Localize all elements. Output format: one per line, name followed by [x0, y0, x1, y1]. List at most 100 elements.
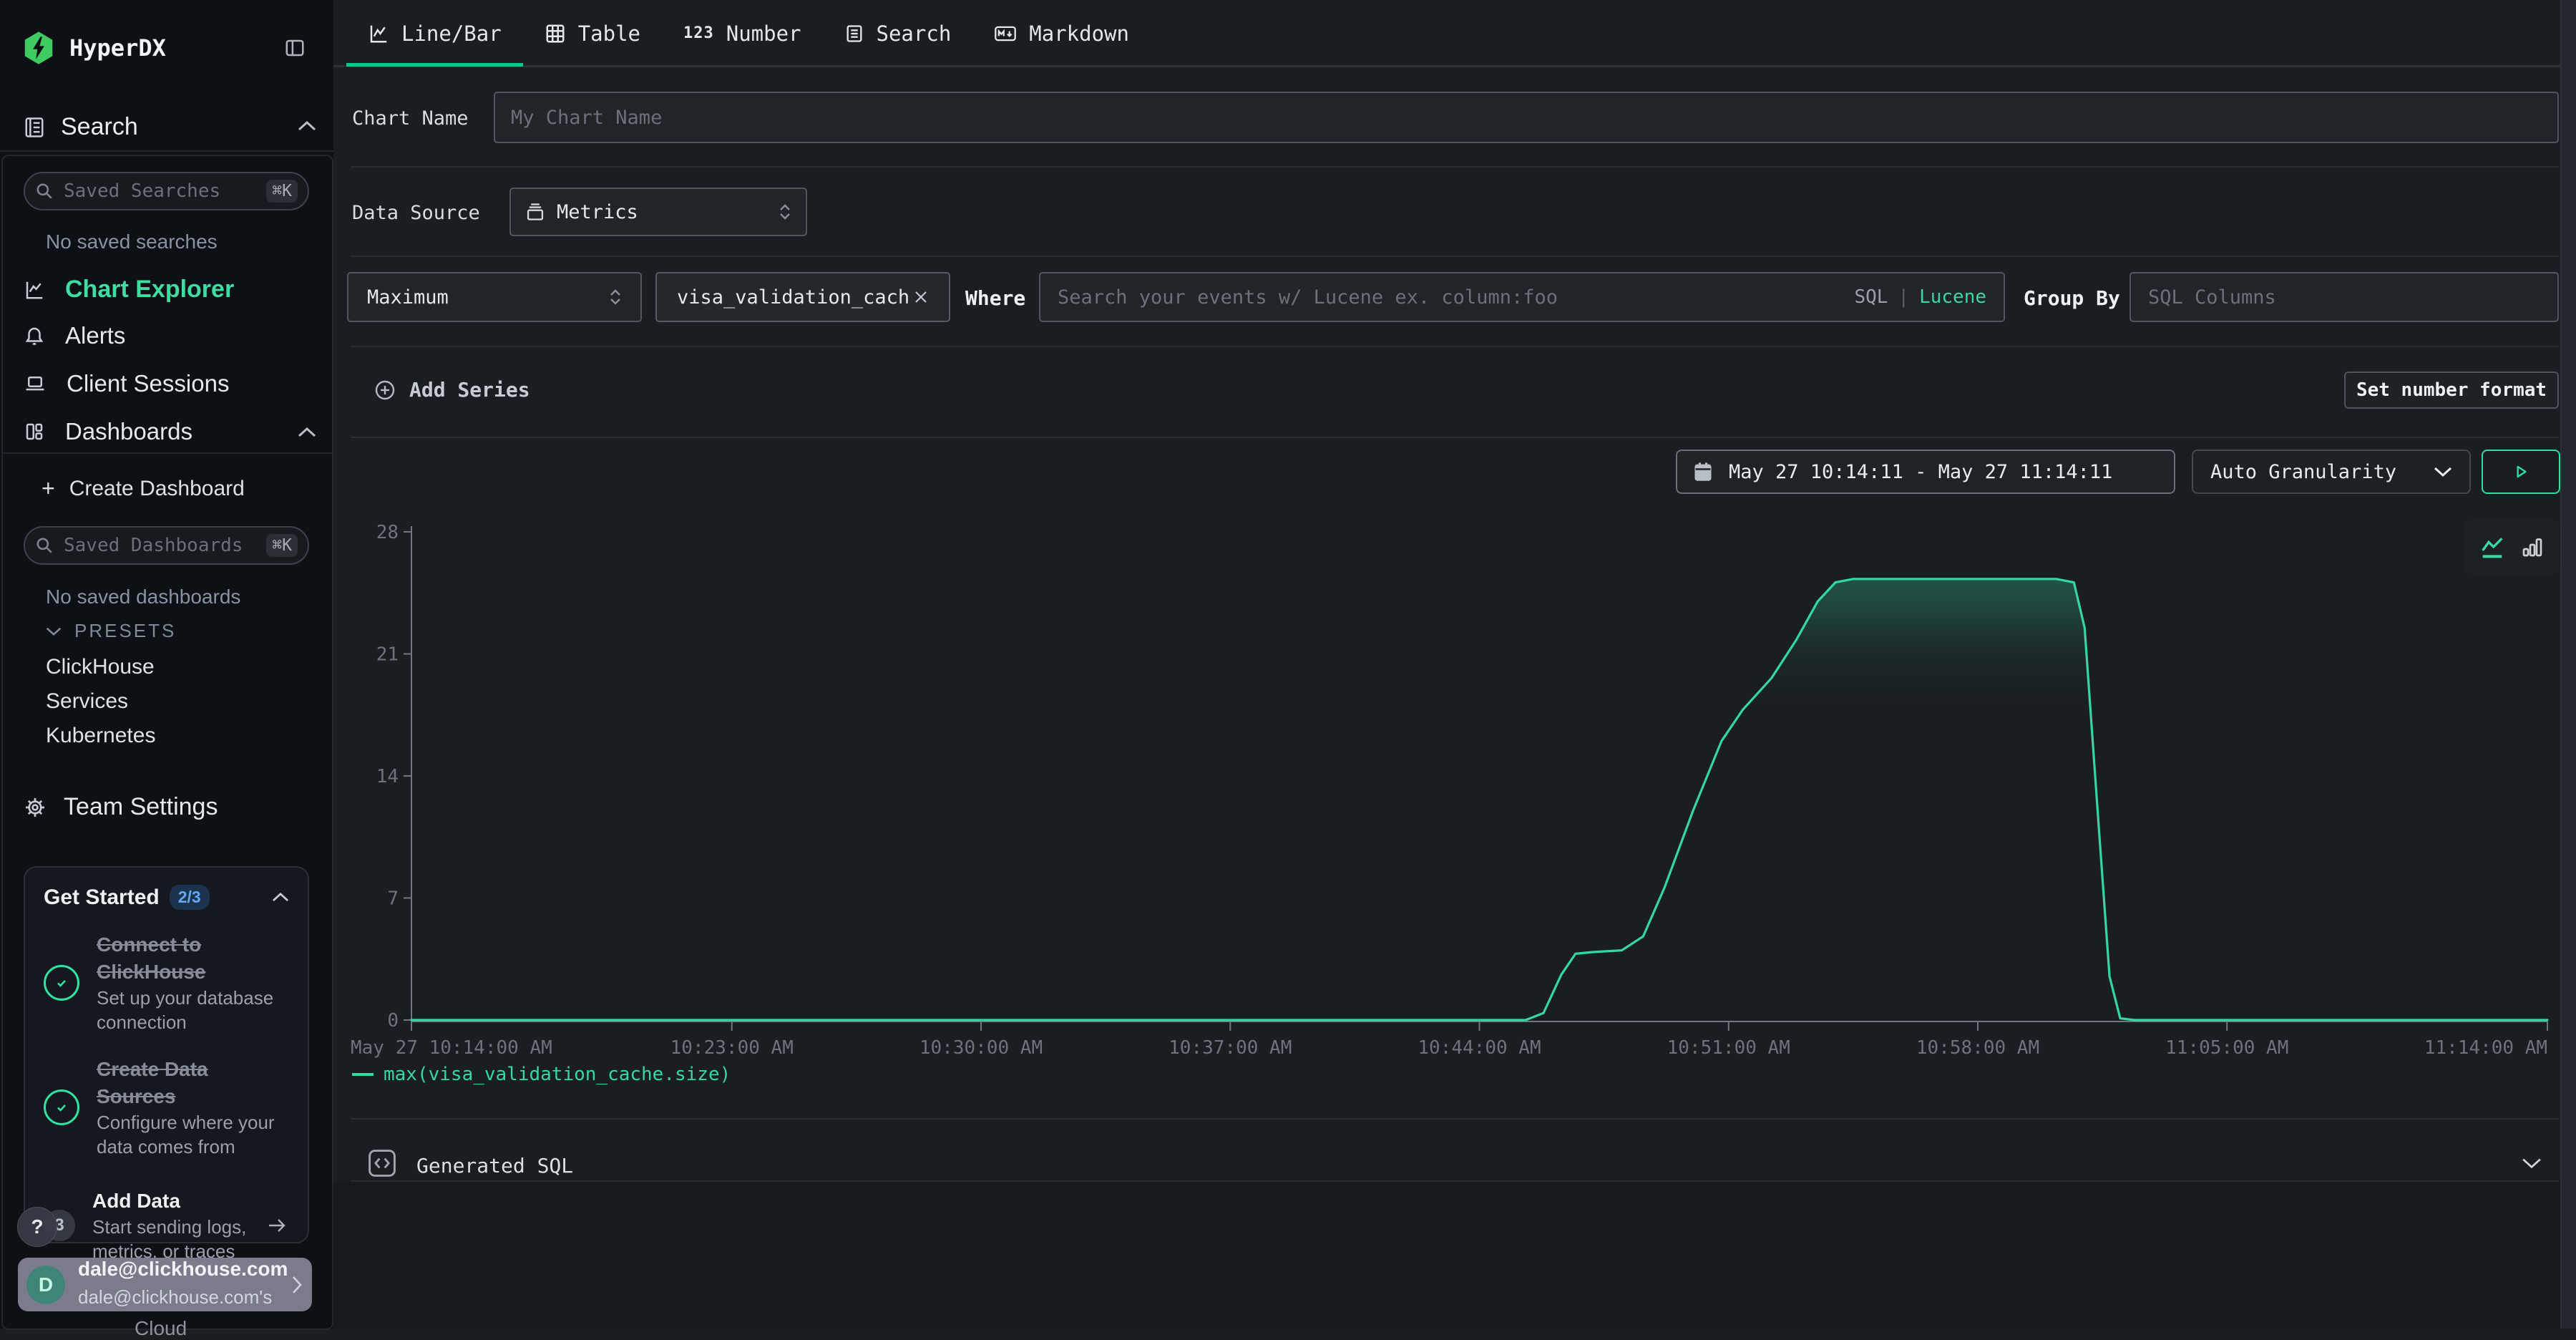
nav-label: Chart Explorer [65, 276, 234, 304]
group-by-input[interactable]: SQL Columns [2129, 272, 2559, 322]
get-started-card: Get Started 2/3 Connect to ClickHouse Se… [24, 866, 309, 1243]
bottom-panel [333, 1182, 2560, 1329]
data-source-label: Data Source [352, 202, 480, 224]
plus-circle-icon [374, 379, 396, 402]
tab-number[interactable]: 123 Number [662, 0, 823, 67]
chevron-down-icon [2434, 466, 2452, 477]
sql-mode-toggle[interactable]: SQL [1854, 286, 1888, 308]
select-chevrons-icon [609, 289, 622, 305]
preset-services[interactable]: Services [46, 689, 128, 714]
item-desc: Configure where your data comes from [97, 1112, 275, 1157]
generated-sql-row[interactable]: Generated SQL [333, 1120, 2560, 1180]
sidebar-item-chart-explorer[interactable]: Chart Explorer [24, 276, 234, 304]
get-started-item[interactable]: Connect to ClickHouse Set up your databa… [44, 931, 289, 1034]
app-title: HyperDX [69, 34, 166, 62]
run-query-button[interactable] [2482, 450, 2560, 494]
sidebar-section-search[interactable]: Search [24, 113, 138, 141]
user-email: dale@clickhouse.com [78, 1258, 288, 1280]
create-dashboard-button[interactable]: + Create Dashboard [42, 475, 245, 502]
svg-text:14: 14 [376, 766, 399, 787]
item-desc: Start sending logs, metrics, or traces [92, 1216, 246, 1262]
item-desc: Set up your database connection [97, 987, 273, 1033]
saved-dashboards-input[interactable]: Saved Dashboards ⌘K [24, 526, 309, 565]
chevron-right-icon [291, 1274, 303, 1296]
sidebar: HyperDX Search Saved Searches ⌘K No save… [0, 0, 335, 1329]
add-series-button[interactable]: Add Series [374, 378, 530, 402]
svg-text:21: 21 [376, 644, 399, 666]
legend-line-swatch [352, 1073, 374, 1076]
item-title: Create Data Sources [97, 1058, 208, 1107]
sidebar-item-dashboards[interactable]: Dashboards [24, 418, 192, 445]
tab-table[interactable]: Table [523, 0, 662, 67]
chevron-down-icon [46, 626, 62, 636]
progress-badge: 2/3 [170, 885, 210, 910]
chevron-down-icon[interactable] [2522, 1157, 2542, 1170]
sidebar-item-alerts[interactable]: Alerts [24, 322, 125, 349]
sidebar-divider [0, 150, 333, 152]
tab-markdown[interactable]: Markdown [972, 0, 1151, 67]
item-title: Connect to ClickHouse [97, 933, 206, 983]
legend-label: max(visa_validation_cache.size) [384, 1064, 731, 1085]
divider [351, 437, 2559, 438]
divider [351, 166, 2559, 168]
preset-clickhouse[interactable]: ClickHouse [46, 655, 155, 679]
close-icon[interactable] [913, 289, 929, 305]
tab-search[interactable]: Search [823, 0, 973, 67]
search-icon [35, 182, 54, 200]
item-title: Add Data [92, 1190, 180, 1212]
nav-label: Alerts [65, 322, 125, 349]
svg-text:11:05:00 AM: 11:05:00 AM [2165, 1037, 2288, 1059]
get-started-item[interactable]: 3 Add Data Start sending logs, metrics, … [44, 1188, 289, 1263]
hyperdx-logo-icon [24, 31, 54, 64]
mode-divider: | [1898, 286, 1909, 308]
sidebar-item-team-settings[interactable]: Team Settings [24, 793, 218, 821]
help-button[interactable]: ? [17, 1207, 57, 1247]
chevron-up-icon[interactable] [298, 427, 316, 438]
svg-text:10:23:00 AM: 10:23:00 AM [670, 1037, 794, 1059]
where-input[interactable]: Search your events w/ Lucene ex. column:… [1039, 272, 2005, 322]
metric-field-chip[interactable]: visa_validation_cach [655, 272, 950, 322]
chart-legend: max(visa_validation_cache.size) [352, 1064, 731, 1085]
svg-text:7: 7 [387, 888, 399, 910]
dashboard-icon [24, 421, 45, 442]
saved-searches-input[interactable]: Saved Searches ⌘K [24, 172, 309, 210]
preset-kubernetes[interactable]: Kubernetes [46, 724, 155, 748]
generated-sql-label: Generated SQL [416, 1154, 573, 1178]
divider [351, 346, 2559, 347]
svg-text:10:58:00 AM: 10:58:00 AM [1916, 1037, 2039, 1059]
time-range-picker[interactable]: May 27 10:14:11 - May 27 11:14:11 [1676, 450, 2175, 494]
no-saved-dashboards-text: No saved dashboards [46, 586, 240, 608]
scrollbar[interactable] [2560, 0, 2576, 1329]
svg-text:10:51:00 AM: 10:51:00 AM [1667, 1037, 1790, 1059]
tab-line-bar[interactable]: Line/Bar [346, 0, 523, 67]
plus-icon: + [42, 475, 55, 502]
set-number-format-button[interactable]: Set number format [2344, 372, 2559, 409]
svg-text:11:14:00 AM: 11:14:00 AM [2424, 1037, 2547, 1059]
get-started-title: Get Started [44, 885, 160, 910]
lucene-mode-toggle[interactable]: Lucene [1919, 286, 1986, 308]
divider [351, 256, 2559, 257]
get-started-item[interactable]: Create Data Sources Configure where your… [44, 1056, 289, 1159]
line-chart[interactable]: 07142128May 27 10:14:00 AM10:23:00 AM10:… [336, 494, 2560, 1067]
sidebar-item-client-sessions[interactable]: Client Sessions [24, 370, 229, 397]
get-started-header[interactable]: Get Started 2/3 [44, 885, 289, 910]
collapse-sidebar-icon[interactable] [283, 37, 306, 59]
svg-text:0: 0 [387, 1010, 399, 1031]
check-circle-icon [44, 965, 79, 1001]
chart-name-input[interactable]: My Chart Name [494, 92, 2559, 143]
code-icon [366, 1147, 398, 1180]
where-label: Where [965, 286, 1025, 310]
user-card[interactable]: D dale@clickhouse.com dale@clickhouse.co… [18, 1258, 312, 1311]
data-source-value: Metrics [557, 201, 638, 223]
granularity-select[interactable]: Auto Granularity [2192, 450, 2471, 494]
saved-dashboards-placeholder: Saved Dashboards [64, 535, 266, 556]
chevron-up-icon[interactable] [298, 120, 316, 132]
svg-text:28: 28 [376, 522, 399, 543]
chevron-up-icon[interactable] [272, 892, 289, 903]
data-source-select[interactable]: Metrics [509, 188, 807, 236]
aggregation-select[interactable]: Maximum [347, 272, 642, 322]
nav-label: Dashboards [65, 418, 192, 445]
gear-icon [24, 796, 47, 819]
laptop-icon [24, 373, 47, 394]
presets-toggle[interactable]: PRESETS [46, 620, 176, 642]
